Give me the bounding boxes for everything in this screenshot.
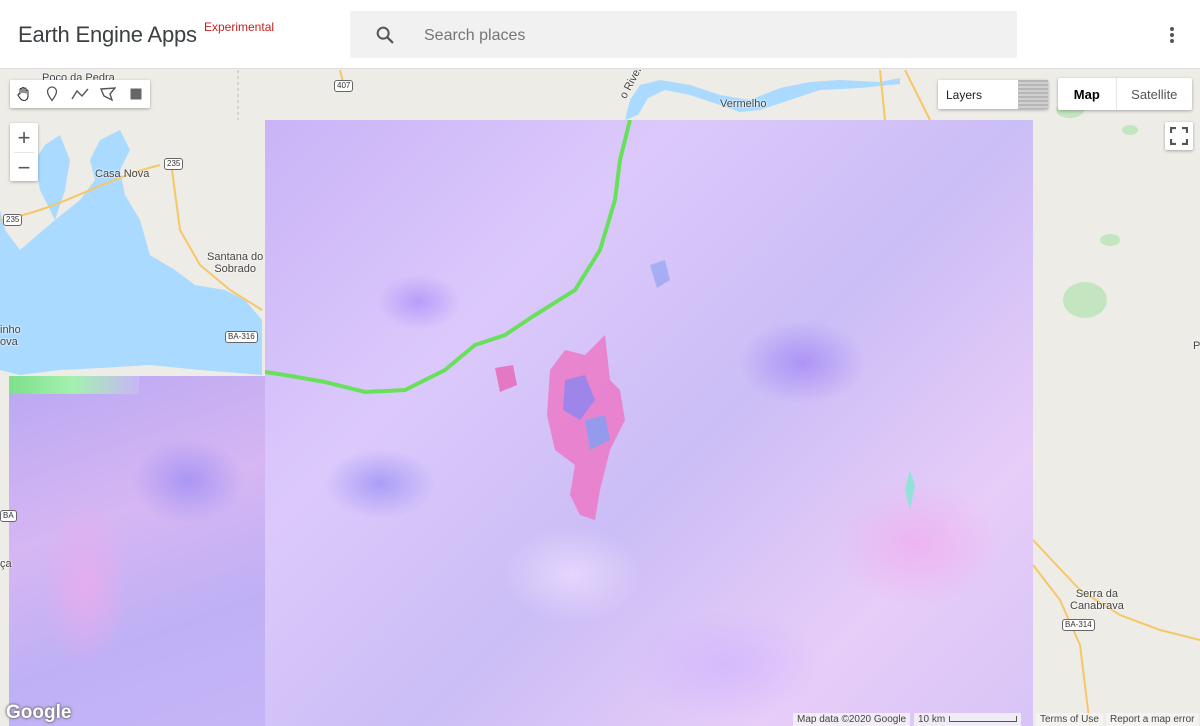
map-attribution: Map data ©2020 Google (793, 713, 911, 726)
google-logo: Google (6, 702, 72, 723)
reservoir-arm (35, 135, 70, 220)
hotspot-fields (495, 260, 670, 520)
road-shield: BA (0, 510, 17, 522)
report-error-link[interactable]: Report a map error (1106, 713, 1199, 726)
place-label: Vermelho (720, 98, 767, 110)
search-icon[interactable] (374, 24, 396, 46)
place-label: ça (0, 558, 12, 570)
zoom-out-button[interactable]: − (10, 153, 38, 182)
road-shield: 235 (164, 158, 184, 170)
place-label: Casa Nova (95, 168, 150, 180)
place-label: Serra da Canabrava (1070, 588, 1124, 612)
place-label: inho ova (0, 324, 21, 348)
search-box[interactable] (350, 11, 1017, 60)
map-data-text: Map data ©2020 Google (797, 714, 907, 725)
pan-hand-icon[interactable] (10, 80, 38, 108)
layers-label: Layers (946, 88, 983, 102)
layers-toggle[interactable] (1018, 80, 1048, 109)
point-marker-icon[interactable] (38, 80, 66, 108)
line-draw-icon[interactable] (66, 80, 94, 108)
zoom-control: + − (10, 123, 38, 181)
map-canvas[interactable]: Poço da Pedra Casa Nova Santana do Sobra… (0, 70, 1200, 726)
more-vert-icon[interactable] (1162, 24, 1182, 46)
scale-bar (949, 716, 1018, 723)
road-shield: 235 (3, 214, 23, 226)
imagery-overlay-main (265, 120, 1033, 726)
rectangle-draw-icon[interactable] (122, 80, 150, 108)
scale-label: 10 km (918, 714, 946, 725)
map-type-map-button[interactable]: Map (1058, 78, 1117, 110)
layers-control[interactable]: Layers (938, 80, 1048, 109)
scale-control[interactable]: 10 km (914, 713, 1022, 726)
fullscreen-button[interactable] (1165, 122, 1193, 150)
road-shield: BA-314 (1062, 619, 1095, 631)
zoom-in-button[interactable]: + (10, 123, 38, 152)
road-shield: 407 (334, 80, 354, 92)
experimental-badge: Experimental (204, 20, 275, 34)
place-label: Santana do Sobrado (207, 251, 264, 275)
drawing-toolbar (10, 80, 150, 108)
place-label: P (1193, 340, 1200, 352)
app-header: Earth Engine Apps Experimental (0, 0, 1200, 69)
polygon-draw-icon[interactable] (94, 80, 122, 108)
imagery-overlay-west (9, 376, 265, 726)
search-input[interactable] (422, 11, 986, 60)
fullscreen-icon (1170, 127, 1188, 145)
terms-link[interactable]: Terms of Use (1036, 713, 1103, 726)
road-shield: BA-316 (225, 331, 258, 343)
map-type-control: Map Satellite (1058, 78, 1192, 110)
app-title: Earth Engine Apps (18, 22, 197, 47)
map-type-satellite-button[interactable]: Satellite (1117, 78, 1192, 110)
river-highlight (265, 120, 915, 520)
